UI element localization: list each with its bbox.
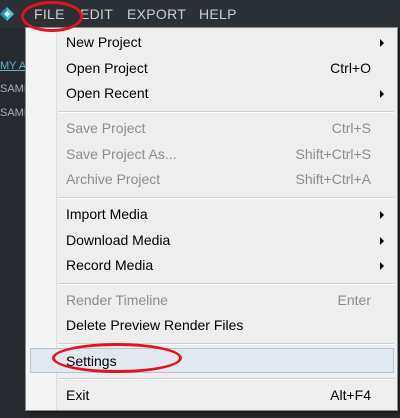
menu-item-label: Import Media: [66, 206, 148, 222]
menu-item-settings[interactable]: Settings: [30, 348, 394, 373]
menu-separator: [58, 343, 394, 345]
menu-item-label: New Project: [66, 34, 142, 50]
menu-item-record-media[interactable]: Record Media: [56, 253, 396, 278]
menu-item-exit[interactable]: Exit Alt+F4: [56, 383, 396, 408]
submenu-arrow-icon: [380, 39, 384, 47]
menu-item-save-project[interactable]: Save Project Ctrl+S: [56, 116, 396, 141]
menu-separator: [58, 197, 394, 199]
menu-item-label: Save Project As...: [66, 146, 177, 162]
menu-item-shortcut: Shift+Ctrl+S: [295, 146, 371, 162]
menu-item-import-media[interactable]: Import Media: [56, 202, 396, 227]
menu-item-label: Record Media: [66, 257, 154, 273]
app-logo-icon: [0, 7, 14, 21]
menu-item-open-project[interactable]: Open Project Ctrl+O: [56, 56, 396, 81]
menu-item-shortcut: Alt+F4: [330, 387, 371, 403]
menu-item-shortcut: Enter: [337, 292, 371, 308]
menu-item-label: Archive Project: [66, 171, 161, 187]
menu-export[interactable]: EXPORT: [127, 6, 186, 22]
menu-item-save-project-as[interactable]: Save Project As... Shift+Ctrl+S: [56, 142, 396, 167]
file-dropdown-menu: New Project Open Project Ctrl+O Open Rec…: [25, 27, 398, 411]
submenu-arrow-icon: [380, 262, 384, 270]
menu-item-label: Exit: [66, 387, 90, 403]
menu-item-label: Settings: [66, 353, 117, 369]
menu-edit[interactable]: EDIT: [80, 6, 113, 22]
menu-separator: [58, 378, 394, 380]
menu-item-label: Open Recent: [66, 85, 149, 101]
menu-item-open-recent[interactable]: Open Recent: [56, 81, 396, 106]
menu-item-delete-preview-render-files[interactable]: Delete Preview Render Files: [56, 313, 396, 338]
menu-item-archive-project[interactable]: Archive Project Shift+Ctrl+A: [56, 167, 396, 192]
submenu-arrow-icon: [380, 90, 384, 98]
menu-item-render-timeline[interactable]: Render Timeline Enter: [56, 288, 396, 313]
menu-item-label: Render Timeline: [66, 292, 168, 308]
submenu-arrow-icon: [380, 211, 384, 219]
menu-item-label: Delete Preview Render Files: [66, 317, 244, 333]
menu-file[interactable]: FILE: [34, 6, 65, 22]
submenu-arrow-icon: [380, 237, 384, 245]
menu-item-label: Download Media: [66, 232, 171, 248]
menu-help[interactable]: HELP: [199, 6, 237, 22]
menu-separator: [58, 283, 394, 285]
menu-item-shortcut: Shift+Ctrl+A: [295, 171, 371, 187]
menu-item-shortcut: Ctrl+O: [330, 60, 371, 76]
menu-item-download-media[interactable]: Download Media: [56, 228, 396, 253]
menu-bar: FILE EDIT EXPORT HELP: [0, 0, 400, 28]
menu-item-label: Save Project: [66, 120, 146, 136]
menu-separator: [58, 111, 394, 113]
menu-item-label: Open Project: [66, 60, 148, 76]
menu-item-new-project[interactable]: New Project: [56, 30, 396, 55]
menu-item-shortcut: Ctrl+S: [331, 120, 371, 136]
